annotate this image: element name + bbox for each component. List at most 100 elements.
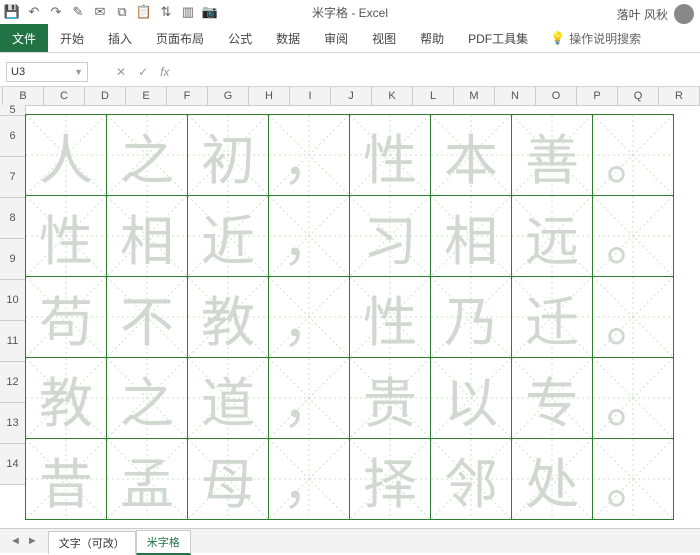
column-header[interactable]: E [126, 87, 167, 105]
mizi-cell[interactable]: 乃 [430, 276, 512, 358]
mizi-cell[interactable]: 。 [592, 438, 674, 520]
column-header[interactable]: O [536, 87, 577, 105]
mizi-cell[interactable]: 教 [25, 357, 107, 439]
column-header[interactable]: R [659, 87, 700, 105]
mizi-cell[interactable]: 道 [187, 357, 269, 439]
sheet-content[interactable]: 人之初，性本善。性相近，习相远。苟不教，性乃迁。教之道，贵以专。昔孟母，择邻处。 [26, 105, 674, 520]
name-box[interactable]: U3 ▼ [6, 62, 88, 82]
mizi-cell[interactable]: 迁 [511, 276, 593, 358]
column-header[interactable]: H [249, 87, 290, 105]
mizi-cell[interactable]: 邻 [430, 438, 512, 520]
mizi-cell[interactable]: 。 [592, 114, 674, 196]
row-header[interactable]: 9 [0, 239, 26, 280]
last-sheet-icon[interactable]: ► [27, 535, 38, 547]
mizi-cell[interactable]: 处 [511, 438, 593, 520]
sort-icon[interactable]: ⇅ [158, 4, 174, 20]
mizi-cell[interactable]: 善 [511, 114, 593, 196]
mizi-cell[interactable]: 性 [349, 114, 431, 196]
row-header[interactable]: 14 [0, 444, 26, 485]
mizi-cell[interactable]: 择 [349, 438, 431, 520]
mizi-cell[interactable]: 孟 [106, 438, 188, 520]
cancel-icon[interactable]: ✕ [116, 65, 126, 79]
ribbon-tab[interactable]: 页面布局 [144, 24, 216, 52]
mizi-cell[interactable]: 初 [187, 114, 269, 196]
row-header[interactable]: 5 [0, 105, 26, 116]
mizi-cell[interactable]: 母 [187, 438, 269, 520]
ribbon-tab[interactable]: 视图 [360, 24, 408, 52]
mizi-cell[interactable]: 苟 [25, 276, 107, 358]
avatar[interactable] [674, 4, 694, 24]
mizi-cell[interactable]: 本 [430, 114, 512, 196]
row-header[interactable]: 11 [0, 321, 26, 362]
row-header[interactable]: 8 [0, 198, 26, 239]
row-header[interactable]: 13 [0, 403, 26, 444]
mizi-cell[interactable]: 相 [106, 195, 188, 277]
mizi-cell[interactable]: 昔 [25, 438, 107, 520]
brush-icon[interactable]: ✎ [70, 4, 86, 20]
mizi-cell[interactable]: 。 [592, 357, 674, 439]
camera-icon[interactable]: 📷 [202, 4, 218, 20]
mizi-cell[interactable]: 相 [430, 195, 512, 277]
sheet-tab-editable[interactable]: 文字（可改） [48, 531, 136, 554]
mizi-cell[interactable]: 不 [106, 276, 188, 358]
mizi-cell[interactable]: 人 [25, 114, 107, 196]
row-header[interactable]: 12 [0, 362, 26, 403]
mizi-cell[interactable]: 之 [106, 114, 188, 196]
save-icon[interactable]: 💾 [4, 4, 20, 20]
column-header[interactable]: B [3, 87, 44, 105]
mizi-cell[interactable]: 。 [592, 276, 674, 358]
column-header[interactable]: F [167, 87, 208, 105]
sheet-tab-mizige[interactable]: 米字格 [136, 530, 191, 555]
column-header[interactable]: L [413, 87, 454, 105]
file-tab[interactable]: 文件 [0, 24, 48, 52]
mizi-cell[interactable]: 近 [187, 195, 269, 277]
undo-icon[interactable]: ↶ [26, 4, 42, 20]
column-header[interactable]: P [577, 87, 618, 105]
paste-icon[interactable]: 📋 [136, 4, 152, 20]
mizi-cell[interactable]: 教 [187, 276, 269, 358]
ribbon-tab[interactable]: 开始 [48, 24, 96, 52]
ribbon-tab[interactable]: 帮助 [408, 24, 456, 52]
column-header[interactable]: J [331, 87, 372, 105]
worksheet-grid[interactable]: BCDEFGHIJKLMNOPQR 567891011121314 人之初，性本… [0, 87, 700, 537]
chart-icon[interactable]: ▥ [180, 4, 196, 20]
column-header[interactable]: N [495, 87, 536, 105]
ribbon-tab[interactable]: 公式 [216, 24, 264, 52]
mizi-cell[interactable]: ， [268, 438, 350, 520]
column-header[interactable]: D [85, 87, 126, 105]
chevron-down-icon[interactable]: ▼ [74, 67, 83, 77]
ribbon-tab[interactable]: 数据 [264, 24, 312, 52]
row-header[interactable]: 6 [0, 116, 26, 157]
mail-icon[interactable]: ✉ [92, 4, 108, 20]
mizi-cell[interactable]: 之 [106, 357, 188, 439]
first-sheet-icon[interactable]: ◄ [10, 535, 21, 547]
enter-icon[interactable]: ✓ [138, 65, 148, 79]
mizi-cell[interactable]: ， [268, 114, 350, 196]
mizi-cell[interactable]: 专 [511, 357, 593, 439]
mizi-cell[interactable]: ， [268, 276, 350, 358]
column-header[interactable]: G [208, 87, 249, 105]
ribbon-tab[interactable]: 插入 [96, 24, 144, 52]
mizi-cell[interactable]: 性 [25, 195, 107, 277]
mizi-cell[interactable]: 性 [349, 276, 431, 358]
row-header[interactable]: 10 [0, 280, 26, 321]
redo-icon[interactable]: ↷ [48, 4, 64, 20]
mizi-cell[interactable]: ， [268, 357, 350, 439]
mizi-cell[interactable]: 习 [349, 195, 431, 277]
user-area[interactable]: 落叶 风秋 [617, 4, 694, 24]
copy-icon[interactable]: ⧉ [114, 4, 130, 20]
mizi-cell[interactable]: 以 [430, 357, 512, 439]
mizi-cell[interactable]: 。 [592, 195, 674, 277]
tell-me[interactable]: 💡 操作说明搜索 [550, 30, 641, 47]
mizi-cell[interactable]: 远 [511, 195, 593, 277]
fx-icon[interactable]: fx [160, 65, 169, 79]
column-header[interactable]: Q [618, 87, 659, 105]
row-header[interactable]: 7 [0, 157, 26, 198]
column-header[interactable]: I [290, 87, 331, 105]
mizi-cell[interactable]: 贵 [349, 357, 431, 439]
mizi-cell[interactable]: ， [268, 195, 350, 277]
ribbon-tab[interactable]: 审阅 [312, 24, 360, 52]
column-header[interactable]: K [372, 87, 413, 105]
column-header[interactable]: C [44, 87, 85, 105]
column-header[interactable]: M [454, 87, 495, 105]
